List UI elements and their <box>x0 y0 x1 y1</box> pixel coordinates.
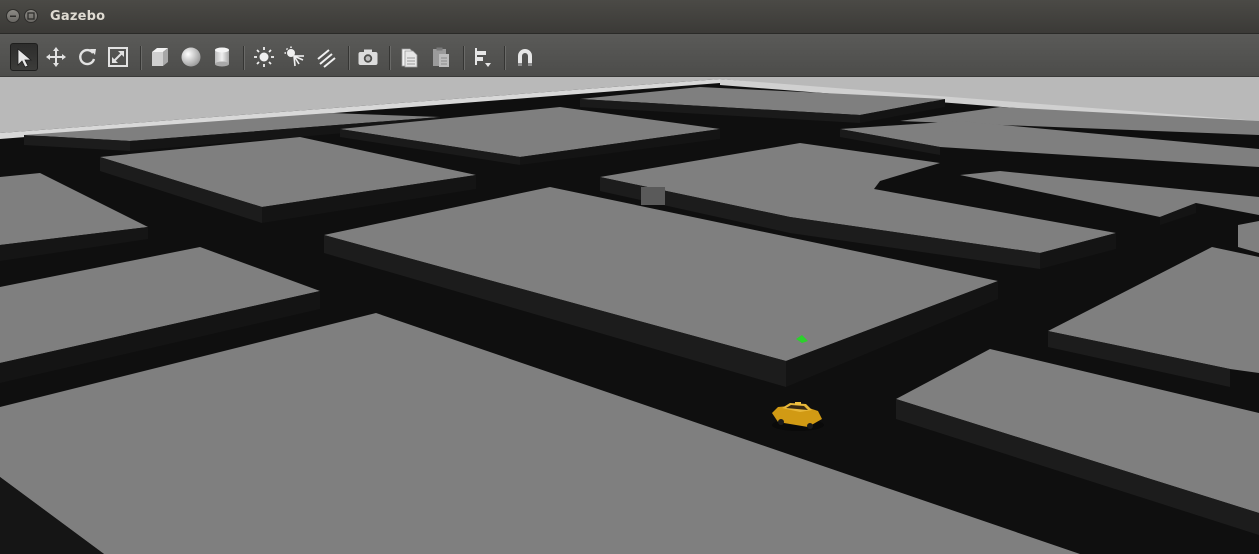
insert-box-button[interactable] <box>146 43 174 71</box>
point-light-button[interactable] <box>250 43 278 71</box>
copy-button[interactable] <box>396 43 424 71</box>
rotate-icon <box>79 48 96 66</box>
sphere-icon <box>181 47 201 67</box>
spot-light-icon <box>284 46 304 67</box>
rotate-mode-button[interactable] <box>73 43 101 71</box>
spot-light-button[interactable] <box>281 43 309 71</box>
move-arrows-icon <box>46 47 66 67</box>
insert-sphere-button[interactable] <box>177 43 205 71</box>
title-bar: Gazebo <box>0 0 1259 34</box>
scale-icon <box>108 47 128 67</box>
toolbar-separator <box>140 46 141 70</box>
maximize-icon <box>27 12 35 20</box>
maximize-button[interactable] <box>24 9 38 23</box>
toolbar-separator <box>243 46 244 70</box>
arrow-pointer-icon <box>17 48 33 68</box>
snap-button[interactable] <box>511 43 539 71</box>
toolbar-separator <box>463 46 464 70</box>
paste-icon <box>433 47 449 67</box>
window-title: Gazebo <box>50 9 106 24</box>
paste-button[interactable] <box>427 43 455 71</box>
align-button[interactable] <box>469 43 497 71</box>
minimize-button[interactable] <box>6 9 20 23</box>
toolbar-separator <box>389 46 390 70</box>
gazebo-window: Gazebo <box>0 0 1259 554</box>
translate-mode-button[interactable] <box>42 43 70 71</box>
scene-render <box>0 77 1259 554</box>
directional-light-icon <box>317 49 336 68</box>
minimize-icon <box>10 15 16 17</box>
3d-viewport[interactable] <box>0 77 1259 554</box>
magnet-icon <box>518 49 532 66</box>
select-mode-button[interactable] <box>10 43 38 71</box>
screenshot-button[interactable] <box>354 43 382 71</box>
toolbar-separator <box>504 46 505 70</box>
insert-cylinder-button[interactable] <box>208 43 236 71</box>
copy-icon <box>401 48 418 68</box>
camera-icon <box>358 49 378 65</box>
align-icon <box>475 48 491 67</box>
scale-mode-button[interactable] <box>104 43 132 71</box>
toolbar-separator <box>348 46 349 70</box>
point-light-icon <box>254 47 274 67</box>
box-icon <box>152 48 168 66</box>
cylinder-icon <box>215 47 229 67</box>
directional-light-button[interactable] <box>312 43 340 71</box>
toolbar <box>0 34 1259 77</box>
